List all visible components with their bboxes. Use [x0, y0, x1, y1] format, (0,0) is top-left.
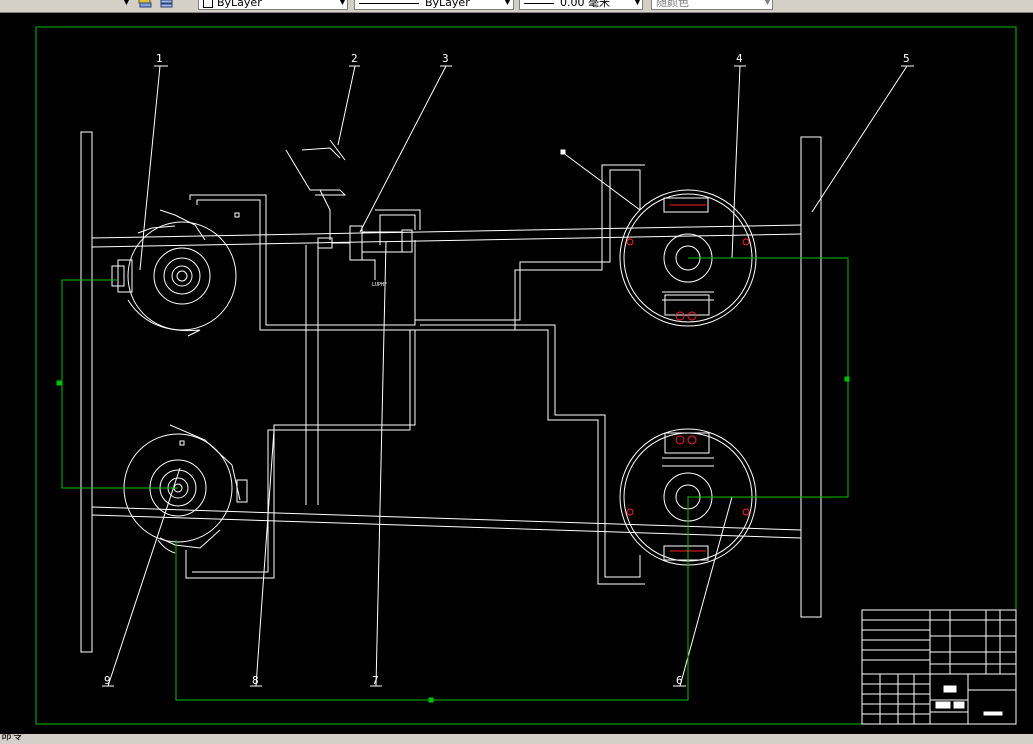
linetype-sample	[359, 2, 419, 4]
drawing-canvas[interactable]: LUPHF 1 2 3 4 5 6 7 8 9	[0, 12, 1033, 734]
lineweight-sample	[524, 2, 554, 4]
chassis-schematic: LUPHF	[80, 65, 914, 687]
linetype-control-value: ByLayer	[425, 0, 470, 9]
layer-states-icon[interactable]	[138, 0, 152, 9]
dropdown-arrow-icon[interactable]: ▼	[763, 0, 772, 8]
callout-6: 6	[676, 674, 683, 687]
callout-7: 7	[372, 674, 379, 687]
callout-2: 2	[351, 52, 358, 65]
color-swatch-icon	[203, 0, 213, 8]
dropdown-arrow-icon[interactable]: ▼	[338, 0, 347, 8]
plotstyle-control-value: 随颜色	[656, 0, 689, 9]
command-line[interactable]: 命令	[0, 734, 1033, 744]
callout-8: 8	[252, 674, 259, 687]
dropdown-arrow-icon[interactable]: ▼	[633, 0, 642, 8]
callout-1: 1	[156, 52, 163, 65]
lineweight-control-dropdown[interactable]: 0.00 毫米	[519, 0, 643, 10]
lineweight-control-value: 0.00 毫米	[560, 0, 610, 9]
dropdown-arrow-icon[interactable]: ▼	[503, 0, 512, 8]
color-control-dropdown[interactable]: ByLayer	[198, 0, 348, 10]
layer-previous-icon[interactable]	[160, 0, 174, 9]
plotstyle-control-dropdown[interactable]: 随颜色	[651, 0, 773, 10]
callout-labels: 1 2 3 4 5 6 7 8 9	[104, 52, 910, 687]
linetype-control-dropdown[interactable]: ByLayer	[354, 0, 514, 10]
title-block	[861, 609, 1017, 725]
dropdown-arrow-icon[interactable]: ▼	[122, 0, 131, 8]
callout-3: 3	[442, 52, 449, 65]
command-prompt-text: 命令	[1, 734, 23, 742]
color-control-value: ByLayer	[217, 0, 262, 9]
callout-9: 9	[104, 674, 111, 687]
callout-5: 5	[903, 52, 910, 65]
callout-4: 4	[736, 52, 743, 65]
drawing-frame	[35, 26, 1017, 725]
